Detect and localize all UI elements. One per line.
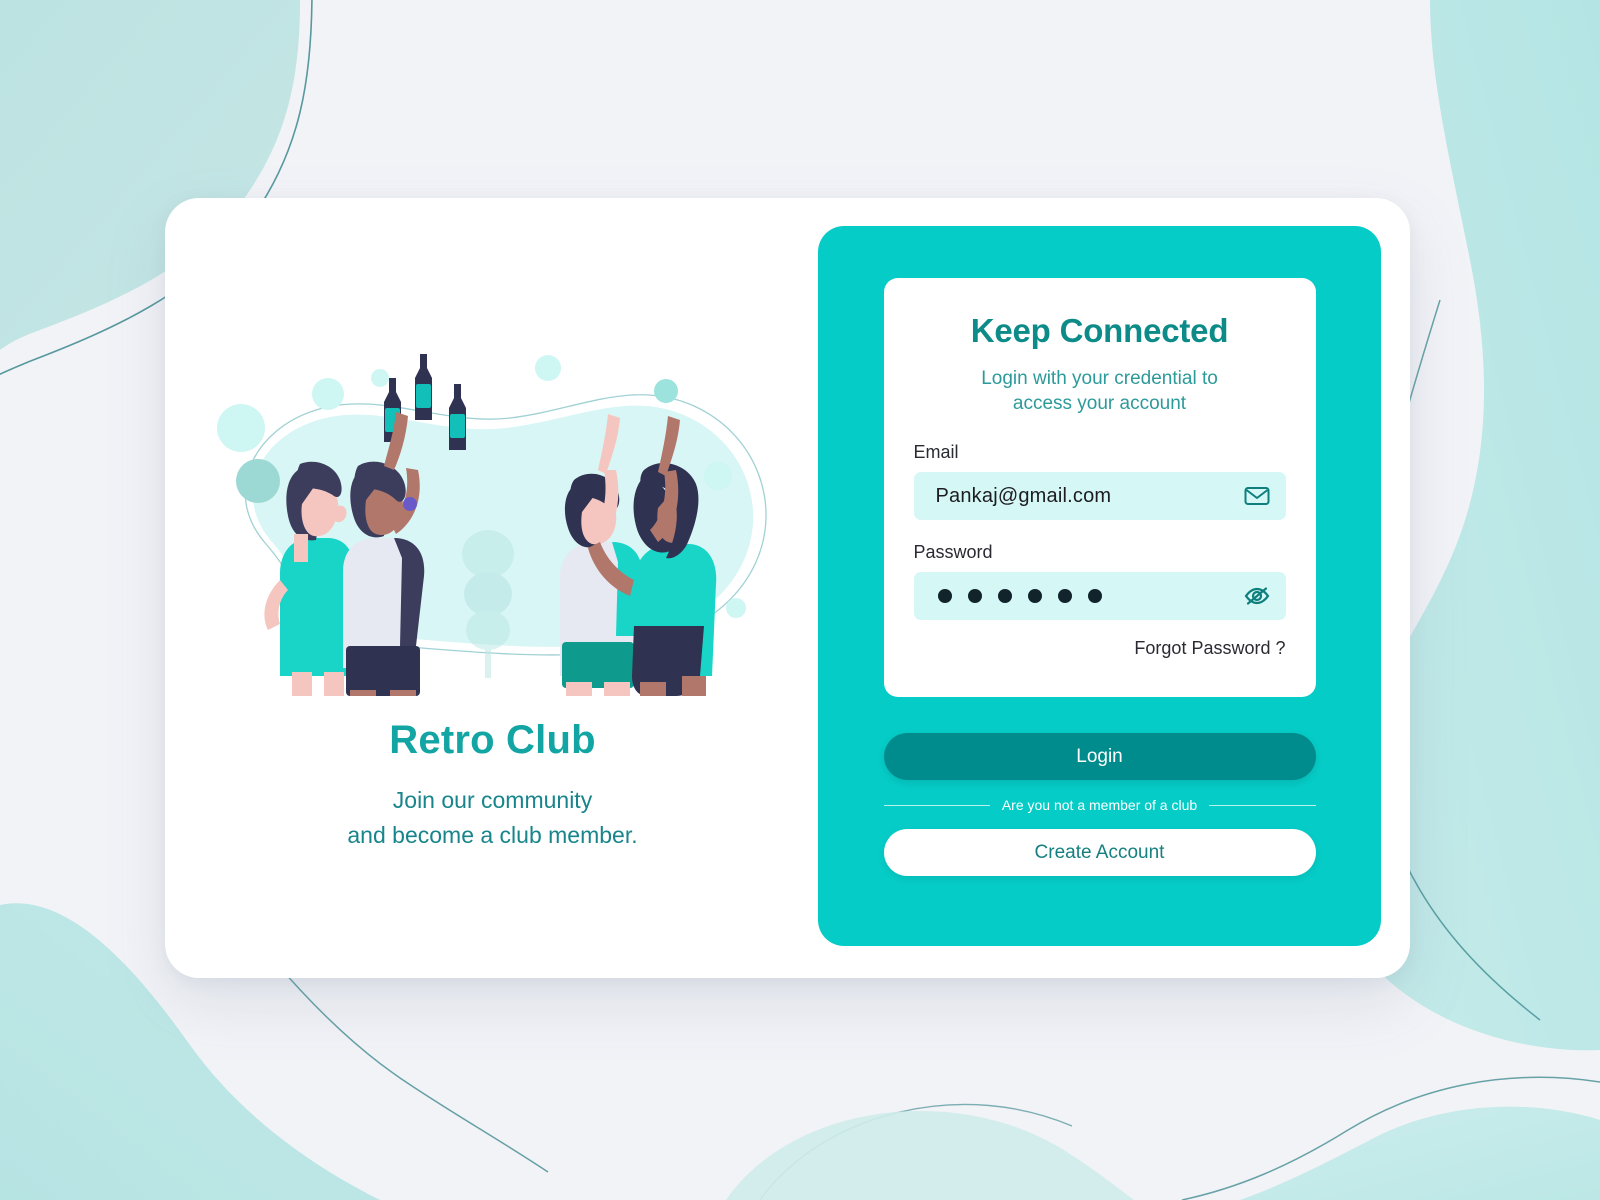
promo-subtitle-line1: Join our community [392,787,593,813]
password-input-wrapper[interactable] [913,572,1286,621]
credentials-form: Keep Connected Login with your credentia… [883,278,1316,698]
password-label: Password [913,542,993,563]
promo-title: Retro Club [389,718,596,762]
promo-subtitle-line2: and become a club member. [347,821,638,848]
divider-line-right [1209,804,1316,806]
signup-divider: Are you not a member of a club [883,797,1316,814]
email-input[interactable] [935,484,1242,508]
promo-subtitle: Join our community and become a club mem… [347,783,637,852]
form-subtitle-line1: Login with your credential to [981,368,1218,389]
forgot-password-link[interactable]: Forgot Password ? [914,638,1285,659]
email-field-group: Email [913,442,1286,521]
password-dot [1027,589,1042,604]
form-title: Keep Connected [970,312,1229,349]
form-subtitle: Login with your credential to access you… [914,366,1286,416]
password-masked-value[interactable] [936,589,1242,604]
password-dot [967,589,982,604]
login-panel: Keep Connected Login with your credentia… [818,226,1381,946]
password-dot [997,589,1012,604]
email-input-wrapper[interactable] [913,472,1286,521]
login-screen: Retro Club Join our community and become… [0,0,1600,1200]
email-label: Email [913,442,959,463]
form-subtitle-line2: access your account [1012,393,1187,415]
login-actions: Login Are you not a member of a club Cre… [883,733,1316,877]
eye-off-icon[interactable] [1242,581,1272,611]
envelope-icon[interactable] [1242,481,1272,511]
password-field-group: Password [913,542,1286,621]
login-button[interactable]: Login [883,733,1316,781]
password-dot [937,589,952,604]
password-dot [1087,589,1102,604]
friends-toasting-bottles-illustration [216,354,767,696]
divider-text: Are you not a member of a club [1001,797,1198,814]
create-account-button[interactable]: Create Account [883,829,1316,877]
promo-panel: Retro Club Join our community and become… [165,198,820,978]
password-dot [1057,589,1072,604]
divider-line-left [883,804,990,806]
